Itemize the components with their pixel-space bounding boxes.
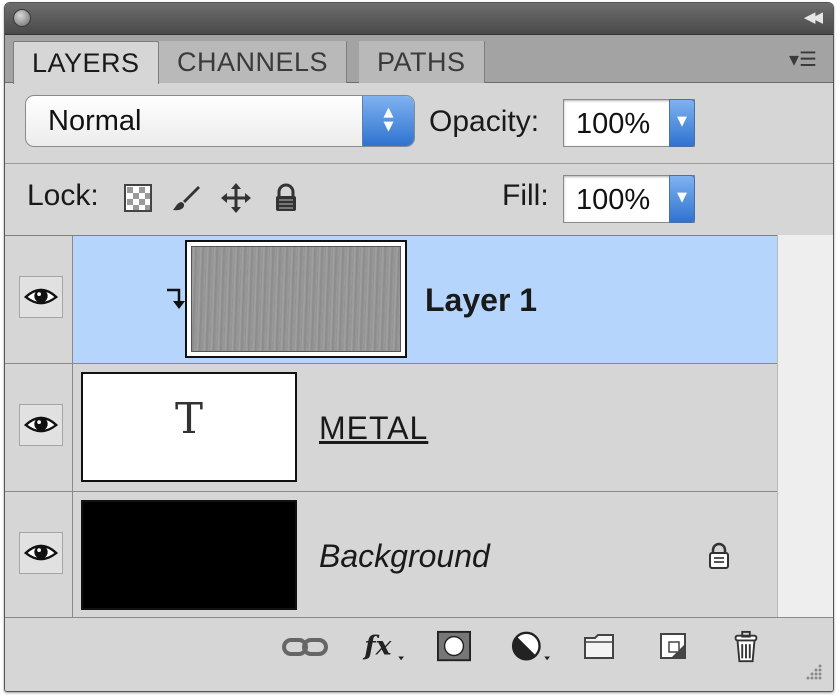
lock-fill-row: Lock: Fill: 100% ▼ (5, 163, 833, 233)
panel-menu-icon[interactable]: ▾☰ (789, 49, 817, 69)
visibility-toggle[interactable] (19, 276, 63, 318)
lock-transparent-pixels-icon[interactable] (123, 183, 153, 213)
eye-icon (23, 544, 59, 561)
tab-paths[interactable]: PATHS (359, 41, 485, 83)
resize-grip-icon[interactable] (801, 661, 823, 683)
text-layer-thumbnail: T (81, 372, 297, 482)
panel-title-bar[interactable]: ◀◀ (5, 3, 833, 35)
lock-label: Lock: (27, 179, 99, 212)
blend-opacity-row: Normal ▲ ▼ Opacity: 100% ▼ (5, 83, 833, 161)
eye-icon (23, 288, 59, 305)
layer-row-metal[interactable]: T METAL (5, 364, 777, 492)
visibility-toggle[interactable] (19, 532, 63, 574)
layer-name[interactable]: Background (319, 538, 490, 575)
add-layer-mask-icon[interactable] (435, 630, 473, 664)
opacity-label: Opacity: (429, 105, 540, 138)
select-stepper-icon: ▲ ▼ (362, 96, 414, 146)
opacity-value: 100% (576, 108, 651, 140)
adjustment-layer-icon[interactable] (509, 630, 555, 664)
blend-mode-select[interactable]: Normal ▲ ▼ (25, 95, 415, 147)
layers-scrollbar[interactable] (777, 235, 833, 617)
opacity-field[interactable]: 100% ▼ (563, 99, 695, 147)
layers-list: Layer 1 T METAL Background (5, 235, 777, 618)
layer-name[interactable]: Layer 1 (425, 282, 537, 319)
new-group-folder-icon[interactable] (583, 630, 619, 664)
layer-row-layer-1[interactable]: Layer 1 (5, 236, 777, 364)
fill-value: 100% (576, 184, 651, 216)
panel-tab-row: LAYERS CHANNELS PATHS ▾☰ (5, 35, 833, 84)
blend-mode-value: Normal (48, 105, 142, 137)
visibility-column (5, 236, 73, 363)
delete-layer-trash-icon[interactable] (729, 630, 763, 664)
tab-channels[interactable]: CHANNELS (159, 41, 348, 83)
new-layer-icon[interactable] (657, 630, 691, 664)
layer-row-background[interactable]: Background (5, 492, 777, 618)
layer-locked-icon (709, 542, 729, 569)
eye-icon (23, 416, 59, 433)
visibility-column (5, 492, 73, 618)
background-thumbnail (81, 500, 297, 610)
lock-position-icon[interactable] (221, 183, 251, 213)
link-layers-icon[interactable] (281, 630, 329, 664)
collapse-to-icons-icon[interactable]: ◀◀ (804, 8, 823, 26)
lock-image-pixels-icon[interactable] (171, 183, 201, 213)
opacity-slider-arrow-icon[interactable]: ▼ (669, 99, 695, 147)
layers-panel: ◀◀ LAYERS CHANNELS PATHS ▾☰ Normal ▲ ▼ Op… (4, 2, 834, 692)
clipping-mask-arrow-icon (167, 288, 185, 309)
svg-text:fx: fx (362, 631, 391, 662)
layer-thumbnail (191, 246, 401, 352)
layer-name[interactable]: METAL (319, 410, 428, 447)
layer-style-fx-icon[interactable]: fx (361, 630, 411, 664)
text-layer-glyph-icon: T (175, 394, 204, 443)
tab-layers[interactable]: LAYERS (13, 41, 159, 84)
visibility-toggle[interactable] (19, 404, 63, 446)
fill-field[interactable]: 100% ▼ (563, 175, 695, 223)
layer-thumbnail-frame (185, 240, 407, 358)
close-panel-icon[interactable] (13, 9, 31, 27)
lock-all-icon[interactable] (271, 183, 301, 213)
fill-slider-arrow-icon[interactable]: ▼ (669, 175, 695, 223)
fill-label: Fill: (502, 179, 549, 212)
layers-bottom-toolbar: fx (5, 617, 833, 691)
visibility-column (5, 364, 73, 491)
